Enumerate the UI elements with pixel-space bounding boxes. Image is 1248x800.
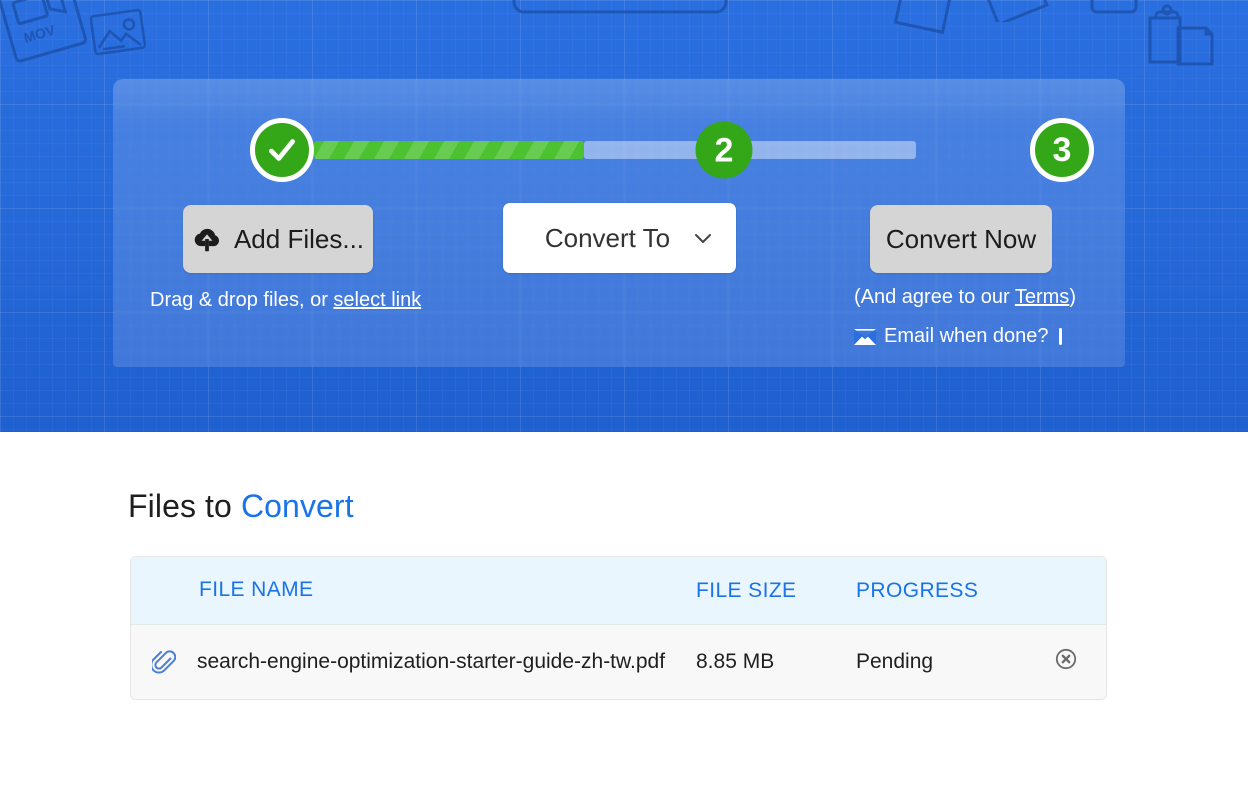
check-icon: [269, 139, 295, 161]
files-table: FILE NAME FILE SIZE PROGRESS search-engi…: [130, 556, 1107, 700]
convert-to-select[interactable]: Convert To: [503, 203, 736, 273]
page-doodle-right: [1090, 0, 1138, 14]
drag-drop-hint: Drag & drop files, or select link: [150, 289, 421, 312]
step-3-upcoming[interactable]: 3: [1030, 118, 1094, 182]
converter-controls: Add Files... Convert To Convert Now Drag…: [113, 203, 1125, 347]
row-attachment-cell: [131, 648, 197, 676]
step-1-complete[interactable]: [250, 118, 314, 182]
terms-link[interactable]: Terms: [1015, 286, 1069, 308]
email-when-done-label: Email when done?: [884, 325, 1049, 347]
step-progress-indicator: 2 3: [246, 106, 1094, 194]
envelope-icon: [854, 328, 876, 345]
files-section-title: Files to Convert: [128, 488, 1248, 525]
step-2-current[interactable]: 2: [695, 121, 753, 179]
convert-now-button[interactable]: Convert Now: [870, 205, 1052, 273]
header-progress: PROGRESS: [856, 578, 979, 602]
terms-suffix: ): [1069, 286, 1076, 308]
hero-banner: MOV 2 3 Add Files... Convert To Convert …: [0, 0, 1248, 432]
paperclip-icon: [152, 650, 176, 674]
remove-file-button[interactable]: [1053, 646, 1079, 672]
add-files-label: Add Files...: [233, 223, 365, 254]
table-row: search-engine-optimization-starter-guide…: [131, 625, 1106, 699]
progress-track-completed: [314, 141, 584, 159]
files-title-accent: Convert: [240, 488, 354, 524]
mov-file-doodle: MOV: [0, 0, 87, 63]
document-doodle: [512, 0, 728, 14]
header-file-name: FILE NAME: [199, 578, 314, 602]
chevron-down-icon: [695, 233, 711, 243]
files-table-header: FILE NAME FILE SIZE PROGRESS: [131, 557, 1106, 625]
terms-note: (And agree to our Terms): [854, 286, 1076, 309]
row-file-name: search-engine-optimization-starter-guide…: [197, 649, 666, 673]
row-file-size: 8.85 MB: [696, 650, 775, 673]
convert-to-value: Convert To: [544, 222, 671, 253]
email-when-done-row: Email when done?: [854, 325, 1062, 348]
add-files-button[interactable]: Add Files...: [183, 205, 373, 273]
step-2-label: 2: [714, 131, 734, 169]
row-actions-cell: [1026, 646, 1106, 678]
files-title-prefix: Files to: [128, 488, 241, 524]
page-doodle-left: [893, 0, 952, 34]
convert-now-label: Convert Now: [885, 223, 1037, 254]
svg-text:MOV: MOV: [22, 22, 58, 46]
cloud-upload-icon: [194, 228, 220, 252]
remove-circle-icon: [1055, 648, 1077, 670]
header-file-size: FILE SIZE: [696, 578, 797, 602]
drag-drop-text: Drag & drop files, or: [150, 289, 334, 311]
email-when-done-checkbox[interactable]: [1058, 328, 1062, 345]
image-file-doodle: [90, 8, 146, 56]
copy-files-doodle: [1148, 4, 1214, 66]
terms-prefix: (And agree to our: [854, 286, 1015, 308]
page-doodle-mid: [980, 0, 1049, 22]
select-link[interactable]: select link: [333, 289, 421, 311]
files-to-convert-section: Files to Convert FILE NAME FILE SIZE PRO…: [0, 432, 1248, 700]
converter-panel: 2 3 Add Files... Convert To Convert Now …: [113, 79, 1125, 367]
row-progress: Pending: [856, 650, 934, 673]
step-3-label: 3: [1052, 131, 1072, 169]
